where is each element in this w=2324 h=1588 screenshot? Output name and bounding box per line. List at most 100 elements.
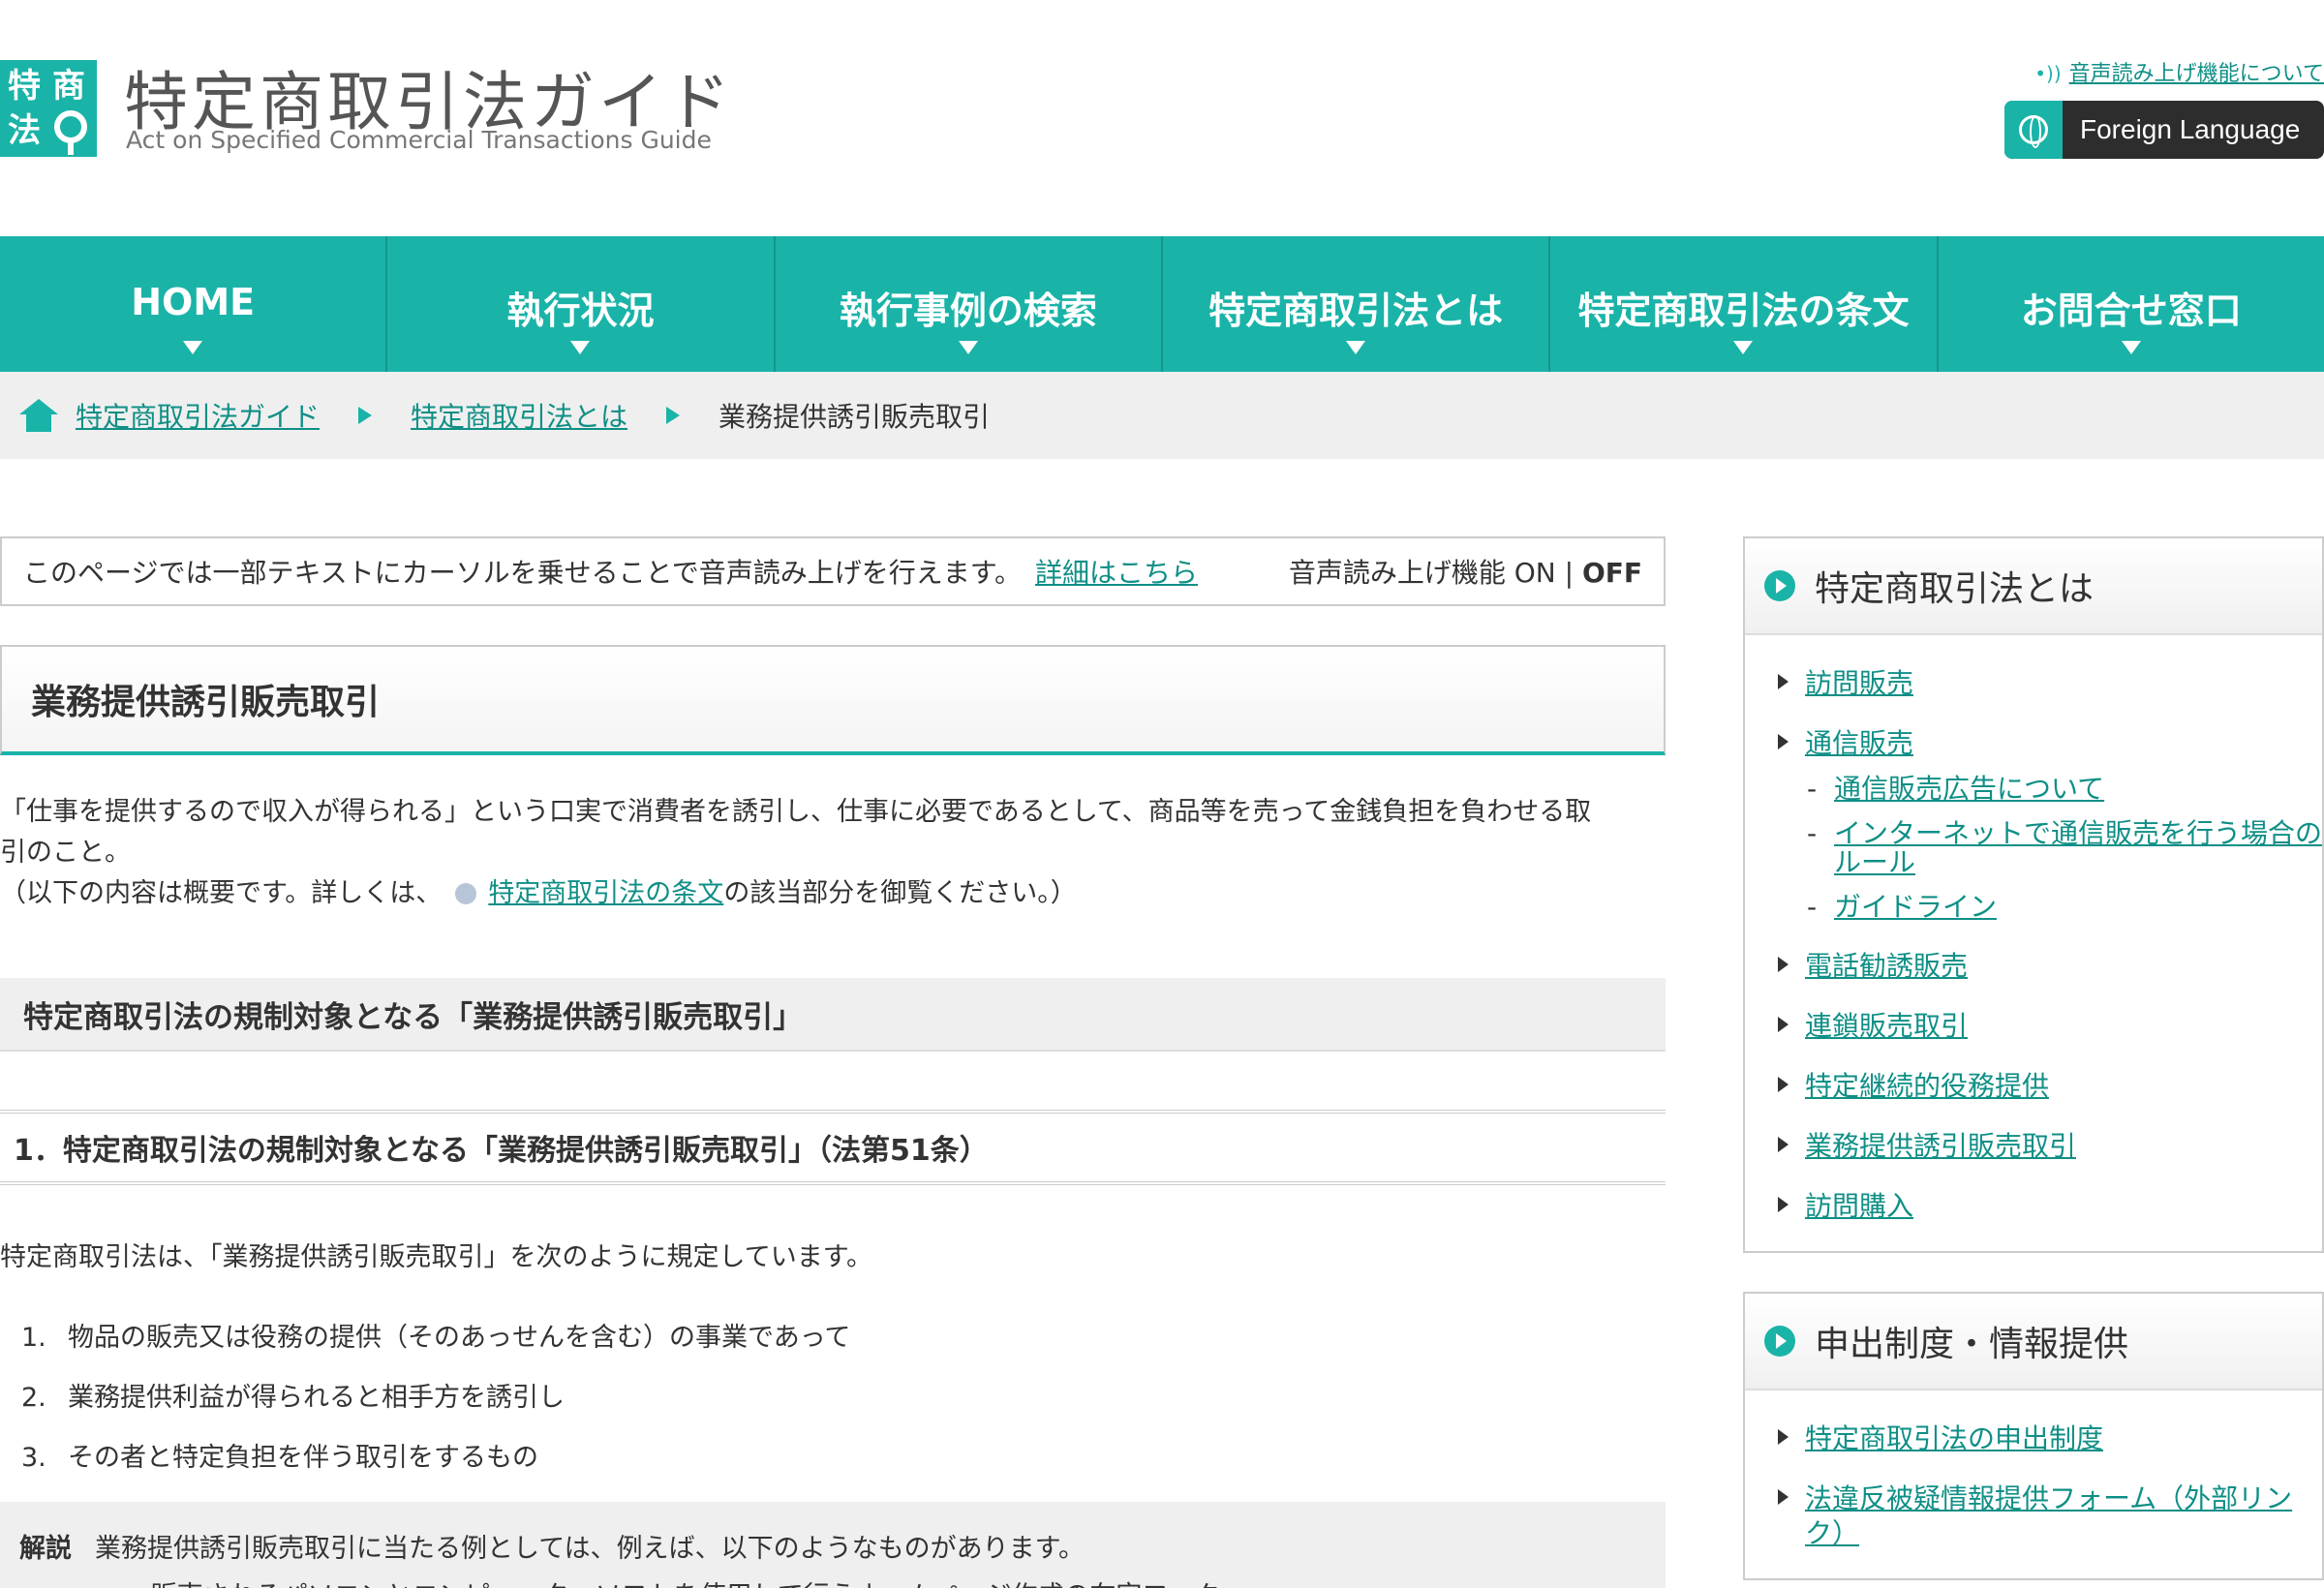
nav-label: HOME [131,281,256,323]
voice-toggle-off[interactable]: OFF [1582,557,1642,589]
logo-mark[interactable]: 特 商 法 [0,60,97,157]
sidebar-item: 電話勧誘販売 [1745,937,2322,997]
triangle-down-icon [183,341,203,354]
sidebar-list: 訪問販売 通信販売 通信販売広告について インターネットで通信販売を行う場合のル… [1745,635,2322,1251]
intro-line: 「仕事を提供するので収入が得られる」という口実で消費者を誘引し、仕事に必要である… [0,797,1592,827]
chevron-right-icon [358,407,373,424]
explanation-label: 解説 [19,1534,72,1564]
explanation-box: 解説 業務提供誘引販売取引に当たる例としては、例えば、以下のようなものがあります。… [0,1502,1666,1588]
subsection-heading: 1．特定商取引法の規制対象となる「業務提供誘引販売取引」（法第51条） [0,1110,1666,1185]
search-pin-icon [54,110,87,155]
nav-case-search[interactable]: 執行事例の検索 [776,236,1163,372]
list-number: 2. [21,1383,46,1413]
list-item: 3. その者と特定負担を伴う取引をするもの [0,1436,1666,1496]
definition-list: 1. 物品の販売又は役務の提供（そのあっせんを含む）の事業であって 2. 業務提供利… [0,1316,1666,1496]
sidebar-link-chain-sales[interactable]: 連鎖販売取引 [1805,1010,1968,1042]
sidebar-link-door-to-door-purchase[interactable]: 訪問購入 [1805,1190,1913,1222]
law-text-link[interactable]: 特定商取引法の条文 [488,878,723,908]
nav-law-text[interactable]: 特定商取引法の条文 [1550,236,1939,372]
list-text: 業務提供利益が得られると相手方を誘引し [68,1383,565,1413]
breadcrumb: 特定商取引法ガイド 特定商取引法とは 業務提供誘引販売取引 [0,372,2324,459]
voice-reading-info: •)) 音声読み上げ機能について [2034,56,2324,87]
sidebar-item: 訪問購入 [1745,1177,2322,1237]
nav-home[interactable]: HOME [0,236,388,372]
sidebar-link-reporting-system[interactable]: 特定商取引法の申出制度 [1805,1422,2103,1454]
list-number: 1. [21,1323,46,1353]
sidebar: 特定商取引法とは 訪問販売 通信販売 通信販売広告について インターネットで通信… [1743,536,2324,1588]
sidebar-item: 連鎖販売取引 [1745,997,2322,1057]
list-number: 3. [21,1443,46,1473]
sidebar-link-telemarketing[interactable]: 電話勧誘販売 [1805,950,1968,982]
triangle-down-icon [1346,341,1366,354]
nav-contact[interactable]: お問合せ窓口 [1939,236,2324,372]
voice-toggle[interactable]: 音声読み上げ機能 ON | OFF [1289,552,1642,591]
list-item: 1. 物品の販売又は役務の提供（そのあっせんを含む）の事業であって [0,1316,1666,1376]
breadcrumb-link[interactable]: 特定商取引法ガイド [76,396,320,435]
triangle-down-icon [958,341,978,354]
foreign-language-button[interactable]: Foreign Language [2004,101,2324,159]
section-heading: 特定商取引法の規制対象となる「業務提供誘引販売取引」 [0,978,1666,1052]
home-icon[interactable] [19,399,58,432]
sidebar-box-header: 申出制度・情報提供 [1745,1294,2322,1390]
definition-lead: 特定商取引法は、「業務提供誘引販売取引」を次のように規定しています。 [0,1242,872,1272]
sidebar-link-internet-rules[interactable]: インターネットで通信販売を行う場合のルール [1834,817,2322,878]
nav-label: 特定商取引法とは [1208,290,1504,332]
sidebar-box-title: 特定商取引法とは [1815,569,2095,609]
nav-enforcement-status[interactable]: 執行状況 [387,236,776,372]
voice-reading-link[interactable]: 音声読み上げ機能について [2069,62,2324,86]
sidebar-box-about-law: 特定商取引法とは 訪問販売 通信販売 通信販売広告について インターネットで通信… [1743,536,2324,1253]
globe-icon [2004,101,2063,159]
voice-toggle-prefix: 音声読み上げ機能 ON | [1288,557,1582,589]
nav-label: 執行事例の検索 [839,290,1097,332]
intro-text: 「仕事を提供するので収入が得られる」という口実で消費者を誘引し、仕事に必要である… [0,792,1666,914]
nav-label: 特定商取引法の条文 [1577,290,1910,332]
sidebar-subitem: インターネットで通信販売を行う場合のルール [1745,819,2322,893]
sidebar-box-title: 申出制度・情報提供 [1815,1325,2129,1364]
sidebar-item: 業務提供誘引販売取引 [1745,1117,2322,1177]
sidebar-list: 特定商取引法の申出制度 法違反被疑情報提供フォーム（外部リンク） [1745,1390,2322,1578]
logo-char: 特 [8,67,41,106]
sidebar-item: 訪問販売 [1745,655,2322,715]
intro-pre: （以下の内容は概要です。詳しくは、 [0,878,443,908]
list-text: 物品の販売又は役務の提供（そのあっせんを含む）の事業であって [68,1323,851,1353]
sidebar-link-guideline[interactable]: ガイドライン [1834,891,1997,923]
circle-play-icon [1764,1326,1795,1357]
logo-char: 商 [52,67,85,106]
global-nav: HOME 執行状況 執行事例の検索 特定商取引法とは 特定商取引法の条文 お問合… [0,236,2324,372]
list-item: 2. 業務提供利益が得られると相手方を誘引し [0,1376,1666,1436]
sidebar-box-reporting: 申出制度・情報提供 特定商取引法の申出制度 法違反被疑情報提供フォーム（外部リン… [1743,1292,2324,1580]
sound-wave-icon: •)) [2034,62,2062,85]
sidebar-box-header: 特定商取引法とは [1745,538,2322,635]
site-subtitle: Act on Specified Commercial Transactions… [126,126,712,154]
page-title: 業務提供誘引販売取引 [0,645,1666,755]
intro-post: の該当部分を御覧ください。） [723,878,1077,908]
explanation-text: 業務提供誘引販売取引に当たる例としては、例えば、以下のようなものがあります。 [95,1534,1085,1564]
triangle-down-icon [2121,341,2141,354]
sidebar-link-continuous-services[interactable]: 特定継続的役務提供 [1805,1070,2049,1102]
intro-line: 引のこと。 [0,838,131,868]
chevron-right-icon [666,407,681,424]
foreign-language-label: Foreign Language [2080,114,2301,144]
voice-bar-details-link[interactable]: 詳細はこちら [1035,552,1198,591]
intro-line: （以下の内容は概要です。詳しくは、 特定商取引法の条文の該当部分を御覧ください。） [0,873,1666,914]
nav-about-law[interactable]: 特定商取引法とは [1163,236,1551,372]
triangle-down-icon [1733,341,1754,354]
breadcrumb-link[interactable]: 特定商取引法とは [411,396,627,435]
sidebar-subitem: 通信販売広告について [1745,775,2322,819]
sidebar-link-mail-order[interactable]: 通信販売 [1805,727,1913,759]
triangle-down-icon [570,341,591,354]
sidebar-item: 通信販売 [1745,715,2322,775]
sidebar-link-violation-form[interactable]: 法違反被疑情報提供フォーム（外部リンク） [1805,1482,2292,1549]
sidebar-link-door-to-door[interactable]: 訪問販売 [1805,667,1913,699]
site-header: 特 商 法 特定商取引法ガイド Act on Specified Commerc… [0,0,2324,236]
doc-icon [455,883,477,904]
sidebar-link-business-opportunity[interactable]: 業務提供誘引販売取引 [1805,1130,2076,1162]
sidebar-item: 特定継続的役務提供 [1745,1057,2322,1117]
voice-reading-bar: このページでは一部テキストにカーソルを乗せることで音声読み上げを行えます。 詳細… [0,536,1666,606]
sidebar-link-mail-order-ads[interactable]: 通信販売広告について [1834,773,2104,805]
voice-bar-text: このページでは一部テキストにカーソルを乗せることで音声読み上げを行えます。 [23,557,1022,589]
explanation-sub: ・ 販売されるパソコンとコンピューターソフトを使用して行うホームページ作成の在宅… [19,1574,1666,1588]
sidebar-item: 法違反被疑情報提供フォーム（外部リンク） [1745,1470,2322,1565]
sidebar-item: 特定商取引法の申出制度 [1745,1410,2322,1470]
sidebar-subitem: ガイドライン [1745,893,2322,937]
